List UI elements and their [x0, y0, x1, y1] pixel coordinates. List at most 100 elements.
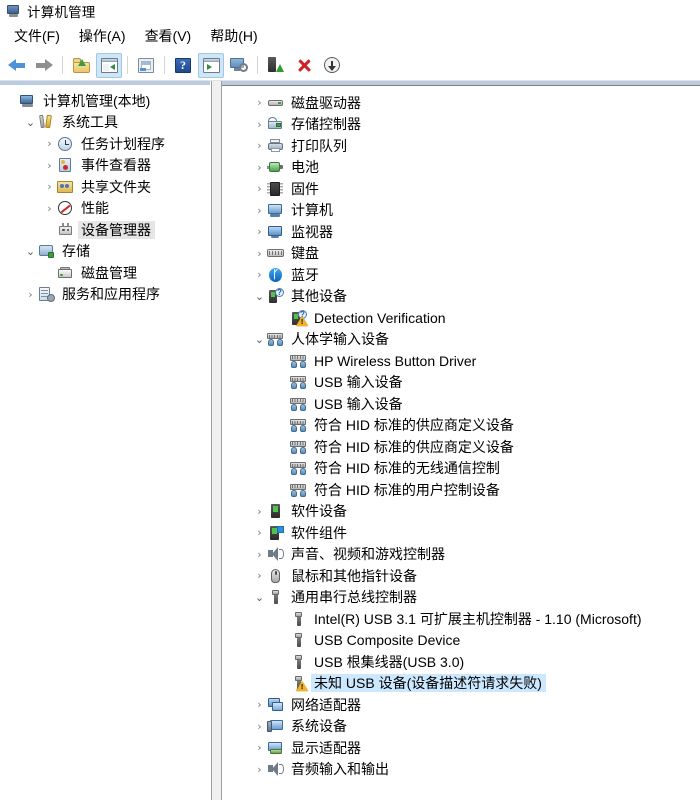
chevron-down-icon[interactable]: ⌄: [252, 591, 267, 604]
tree-item[interactable]: › 软件设备: [222, 501, 700, 523]
show-hide-action-pane-button[interactable]: [198, 52, 224, 78]
tree-item[interactable]: USB 输入设备: [222, 393, 700, 415]
chevron-right-icon[interactable]: ›: [252, 96, 267, 109]
tree-item[interactable]: › 固件: [222, 178, 700, 200]
tree-item[interactable]: › 磁盘驱动器: [222, 92, 700, 114]
menu-file[interactable]: 文件(F): [6, 23, 71, 49]
chevron-right-icon[interactable]: ›: [252, 720, 267, 733]
forward-button[interactable]: [31, 53, 57, 78]
chevron-down-icon[interactable]: ⌄: [23, 116, 38, 129]
tree-item[interactable]: › 性能: [0, 198, 210, 220]
uninstall-device-button[interactable]: [291, 53, 317, 78]
chevron-down-icon[interactable]: ⌄: [23, 245, 38, 258]
keyboards-icon: [267, 245, 284, 261]
tree-item[interactable]: ⌄ 存储: [0, 241, 210, 263]
chevron-right-icon[interactable]: ›: [252, 161, 267, 174]
chevron-right-icon[interactable]: ›: [252, 268, 267, 281]
tree-item[interactable]: 磁盘管理: [0, 262, 210, 284]
chevron-right-icon[interactable]: ›: [42, 202, 57, 215]
chevron-right-icon[interactable]: ›: [42, 159, 57, 172]
console-tree-icon: [100, 57, 118, 73]
chevron-right-icon[interactable]: ›: [252, 548, 267, 561]
back-button[interactable]: [3, 53, 29, 78]
chevron-right-icon[interactable]: ›: [252, 526, 267, 539]
hid-device-icon: [290, 482, 307, 498]
tree-item[interactable]: ⌄? 其他设备: [222, 286, 700, 308]
chevron-right-icon[interactable]: ›: [42, 180, 57, 193]
tree-item[interactable]: › 存储控制器: [222, 114, 700, 136]
tree-item[interactable]: › 任务计划程序: [0, 133, 210, 155]
chevron-right-icon[interactable]: ›: [252, 204, 267, 217]
tree-item[interactable]: › 显示适配器: [222, 737, 700, 759]
tree-item-label: 符合 HID 标准的供应商定义设备: [314, 438, 514, 455]
chevron-right-icon[interactable]: ›: [252, 118, 267, 131]
tree-item[interactable]: USB Composite Device: [222, 630, 700, 652]
tree-item[interactable]: › 监视器: [222, 221, 700, 243]
show-hide-console-tree-button[interactable]: [96, 52, 122, 78]
tree-item[interactable]: › 音频输入和输出: [222, 759, 700, 781]
usb-controllers-icon: [267, 589, 284, 605]
menu-action[interactable]: 操作(A): [71, 23, 137, 49]
console-tree[interactable]: 计算机管理(本地) ⌄ 系统工具 › 任务计划程序 › 事件查看器 › 共享文件夹 › 性能 设备管理…: [0, 85, 210, 800]
tree-item[interactable]: 设备管理器: [0, 219, 210, 241]
tree-item[interactable]: Intel(R) USB 3.1 可扩展主机控制器 - 1.10 (Micros…: [222, 608, 700, 630]
tree-item[interactable]: 未知 USB 设备(设备描述符请求失败): [222, 673, 700, 695]
help-button[interactable]: ?: [170, 53, 196, 78]
tree-item[interactable]: › 事件查看器: [0, 155, 210, 177]
tree-item[interactable]: 计算机管理(本地): [0, 90, 210, 112]
tree-item[interactable]: 符合 HID 标准的无线通信控制: [222, 458, 700, 480]
hid-device-icon: [290, 417, 307, 433]
chevron-right-icon[interactable]: ›: [252, 741, 267, 754]
chevron-right-icon[interactable]: ›: [252, 247, 267, 260]
menu-help[interactable]: 帮助(H): [202, 23, 268, 49]
chevron-right-icon[interactable]: ›: [252, 139, 267, 152]
tree-item[interactable]: 符合 HID 标准的用户控制设备: [222, 479, 700, 501]
chevron-right-icon[interactable]: ›: [252, 763, 267, 776]
chevron-down-icon[interactable]: ⌄: [252, 290, 267, 303]
tree-item[interactable]: › 键盘: [222, 243, 700, 265]
pane-splitter[interactable]: [211, 81, 222, 800]
tree-item[interactable]: › ᚴ 蓝牙: [222, 264, 700, 286]
chevron-right-icon[interactable]: ›: [23, 288, 38, 301]
chevron-right-icon[interactable]: ›: [252, 505, 267, 518]
tree-item[interactable]: USB 输入设备: [222, 372, 700, 394]
scan-monitor-icon: [230, 57, 248, 73]
tree-item[interactable]: › 声音、视频和游戏控制器: [222, 544, 700, 566]
update-driver-button[interactable]: [263, 53, 289, 78]
tree-item[interactable]: HP Wireless Button Driver: [222, 350, 700, 372]
tree-item[interactable]: › 电池: [222, 157, 700, 179]
chevron-right-icon[interactable]: ›: [252, 182, 267, 195]
tree-item-label: 共享文件夹: [81, 178, 151, 195]
tree-item[interactable]: ⌄ 通用串行总线控制器: [222, 587, 700, 609]
tree-item-label: 服务和应用程序: [62, 286, 160, 303]
tree-item[interactable]: ⌄ 人体学输入设备: [222, 329, 700, 351]
tree-item[interactable]: › 系统设备: [222, 716, 700, 738]
tree-item[interactable]: ? Detection Verification: [222, 307, 700, 329]
software-devices-icon: [267, 503, 284, 519]
chevron-right-icon[interactable]: ›: [42, 137, 57, 150]
disable-device-button[interactable]: [319, 53, 345, 78]
tree-item[interactable]: › 网络适配器: [222, 694, 700, 716]
computer-icon: [267, 202, 284, 218]
device-tree[interactable]: › 磁盘驱动器 › 存储控制器 › 打印队列 › 电池 › 固件 › 计算机 › 监视器 › 键盘 › ᚴ 蓝牙 ⌄?…: [222, 85, 700, 800]
chevron-right-icon[interactable]: ›: [252, 698, 267, 711]
tree-item[interactable]: › 鼠标和其他指针设备: [222, 565, 700, 587]
properties-button[interactable]: [133, 53, 159, 78]
tree-item[interactable]: › 计算机: [222, 200, 700, 222]
menu-view[interactable]: 查看(V): [137, 23, 203, 49]
tree-item[interactable]: › 共享文件夹: [0, 176, 210, 198]
chevron-right-icon[interactable]: ›: [252, 225, 267, 238]
tree-item[interactable]: 符合 HID 标准的供应商定义设备: [222, 415, 700, 437]
chevron-down-icon[interactable]: ⌄: [252, 333, 267, 346]
up-one-level-button[interactable]: [68, 53, 94, 78]
tree-item[interactable]: 符合 HID 标准的供应商定义设备: [222, 436, 700, 458]
tree-item[interactable]: USB 根集线器(USB 3.0): [222, 651, 700, 673]
tree-item[interactable]: ⌄ 系统工具: [0, 112, 210, 134]
tree-item[interactable]: › 服务和应用程序: [0, 284, 210, 306]
storage-icon: [38, 243, 55, 259]
tree-item[interactable]: › 打印队列: [222, 135, 700, 157]
chevron-right-icon[interactable]: ›: [252, 569, 267, 582]
tree-item[interactable]: › 软件组件: [222, 522, 700, 544]
tree-item-label: 音频输入和输出: [291, 761, 389, 778]
scan-hardware-changes-button[interactable]: [226, 53, 252, 78]
